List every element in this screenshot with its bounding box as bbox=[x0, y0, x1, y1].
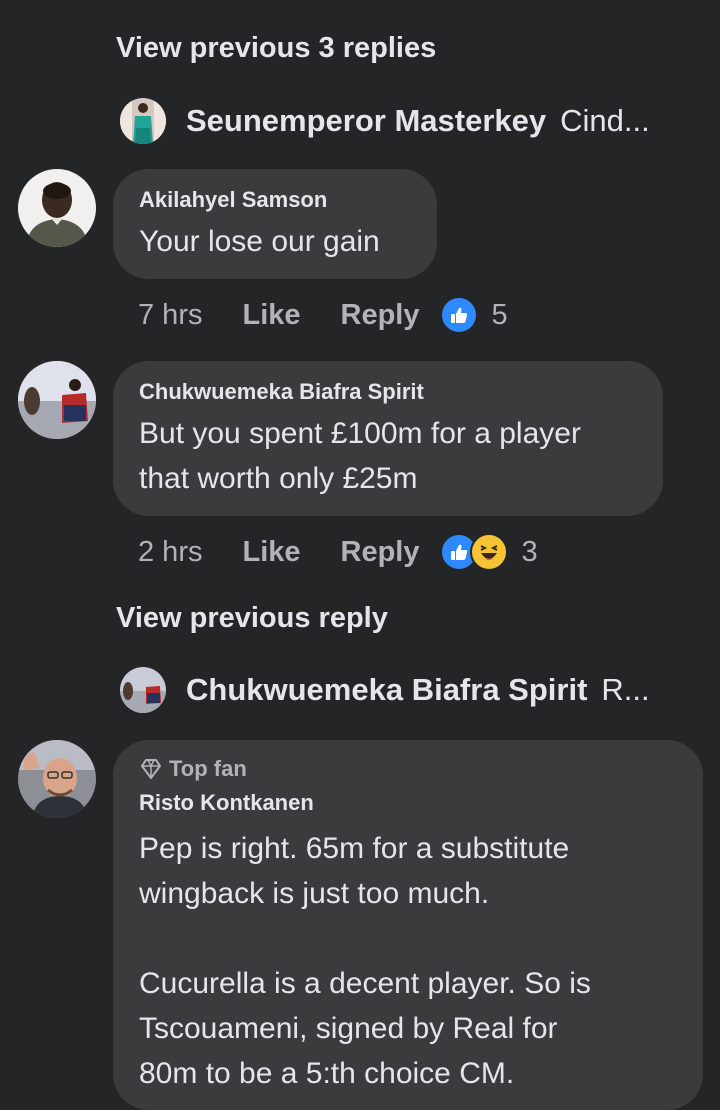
comment-bubble[interactable]: Akilahyel Samson Your lose our gain bbox=[113, 169, 437, 279]
like-button[interactable]: Like bbox=[242, 536, 300, 569]
collapsed-reply-seunemperor[interactable]: Seunemperor Masterkey Cind... bbox=[120, 98, 700, 144]
top-fan-badge[interactable]: Top fan bbox=[139, 756, 677, 782]
commenter-name[interactable]: Risto Kontkanen bbox=[139, 790, 677, 816]
reaction-count: 3 bbox=[521, 535, 538, 568]
reply-snippet: Cind... bbox=[560, 103, 650, 138]
timestamp[interactable]: 2 hrs bbox=[138, 536, 202, 569]
comment-text: Pep is right. 65m for a substitute wingb… bbox=[139, 832, 591, 1090]
avatar[interactable] bbox=[18, 169, 96, 247]
reply-button[interactable]: Reply bbox=[341, 536, 420, 569]
thumbs-up-icon bbox=[439, 296, 478, 334]
commenter-name[interactable]: Chukwuemeka Biafra Spirit bbox=[186, 672, 587, 708]
avatar[interactable] bbox=[120, 667, 166, 713]
laughing-face-icon bbox=[469, 533, 508, 571]
collapsed-reply-chukwuemeka[interactable]: Chukwuemeka Biafra Spirit R... bbox=[120, 667, 700, 713]
comment-bubble[interactable]: Top fan Risto Kontkanen Pep is right. 65… bbox=[113, 740, 703, 1110]
reaction-summary[interactable]: 3 bbox=[439, 533, 538, 571]
comment-bubble[interactable]: Chukwuemeka Biafra Spirit But you spent … bbox=[113, 361, 663, 516]
commenter-name[interactable]: Seunemperor Masterkey bbox=[186, 103, 546, 139]
reaction-count: 5 bbox=[491, 298, 508, 331]
comment-text: But you spent £100m for a player that wo… bbox=[139, 417, 581, 495]
reaction-summary[interactable]: 5 bbox=[439, 296, 508, 334]
reply-snippet: R... bbox=[601, 672, 650, 707]
top-fan-label: Top fan bbox=[169, 756, 247, 781]
avatar[interactable] bbox=[18, 740, 96, 818]
commenter-name[interactable]: Akilahyel Samson bbox=[139, 187, 411, 213]
diamond-icon bbox=[141, 759, 161, 779]
reply-button[interactable]: Reply bbox=[341, 299, 420, 332]
timestamp[interactable]: 7 hrs bbox=[138, 299, 202, 332]
profile-photo-icon bbox=[18, 740, 96, 818]
comment-actions: 7 hrs Like Reply 5 bbox=[138, 296, 508, 334]
profile-photo-icon bbox=[120, 667, 166, 713]
view-previous-replies-link[interactable]: View previous reply bbox=[116, 602, 388, 635]
profile-photo-icon bbox=[120, 98, 166, 144]
avatar[interactable] bbox=[18, 361, 96, 439]
comment-actions: 2 hrs Like Reply 3 bbox=[138, 533, 538, 571]
comment-text: Your lose our gain bbox=[139, 225, 380, 258]
avatar[interactable] bbox=[120, 98, 166, 144]
profile-photo-icon bbox=[18, 169, 96, 247]
commenter-name[interactable]: Chukwuemeka Biafra Spirit bbox=[139, 379, 637, 405]
like-button[interactable]: Like bbox=[242, 299, 300, 332]
view-previous-replies-link[interactable]: View previous 3 replies bbox=[116, 32, 436, 65]
profile-photo-icon bbox=[18, 361, 96, 439]
